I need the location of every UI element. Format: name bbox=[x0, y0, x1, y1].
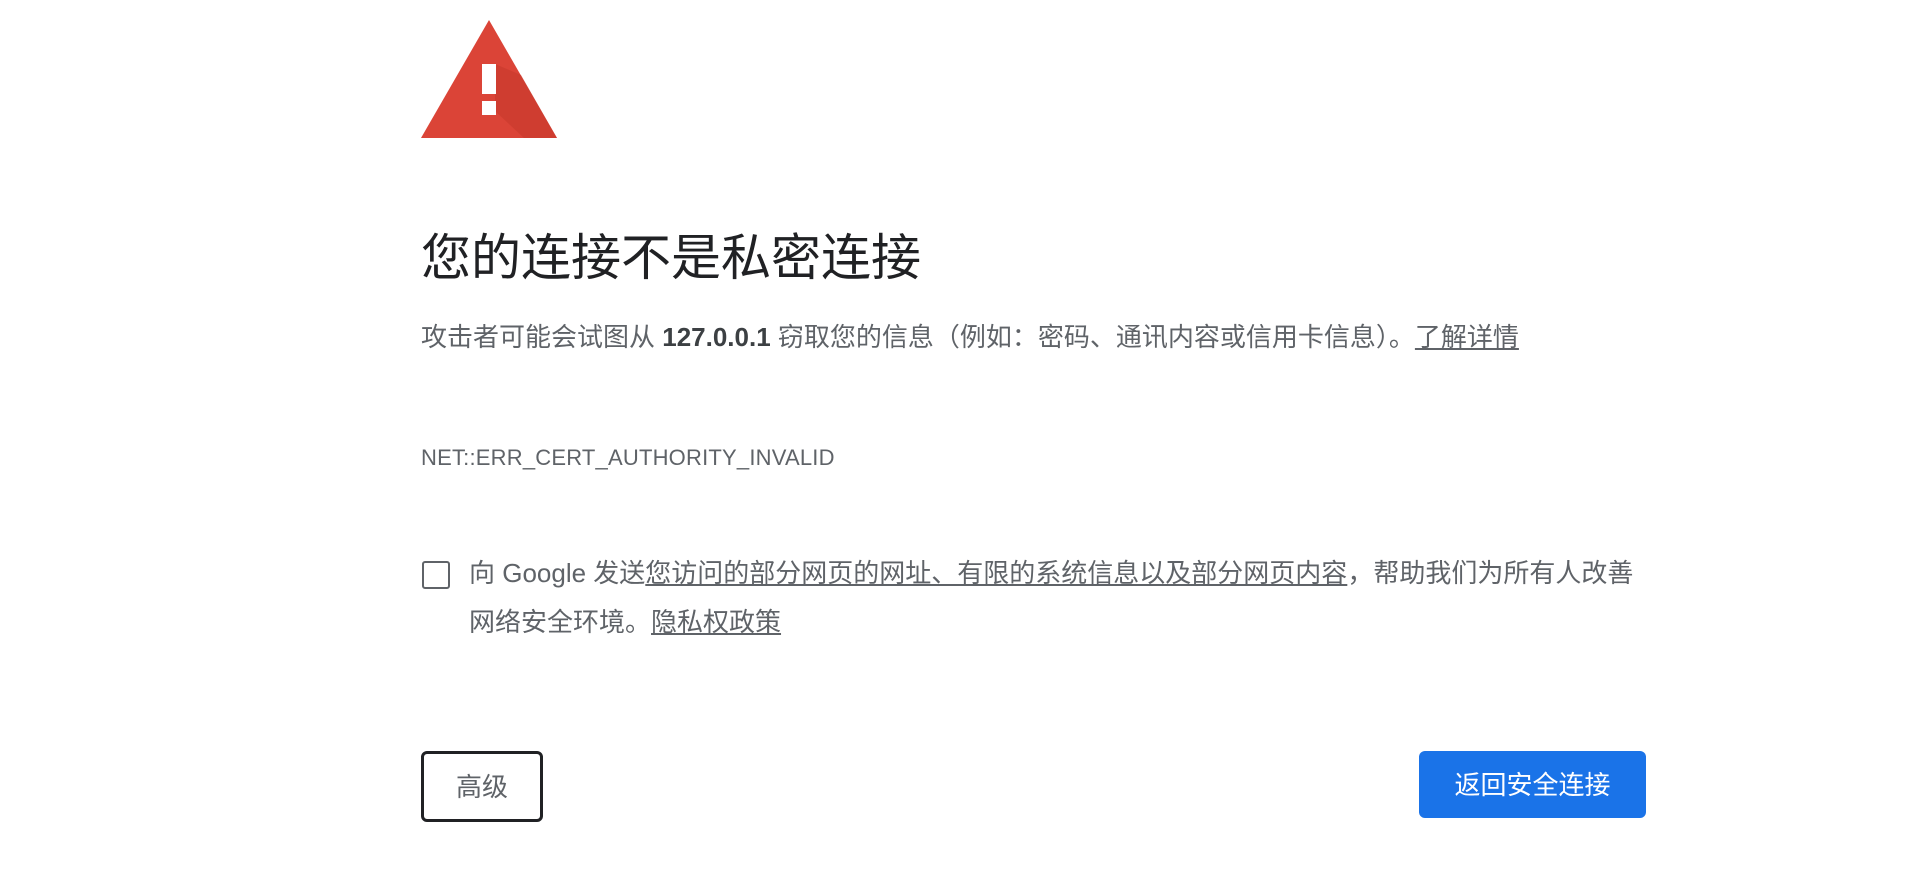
report-prefix: 向 Google 发送 bbox=[469, 558, 646, 588]
host-name: 127.0.0.1 bbox=[662, 322, 771, 352]
error-code: NET::ERR_CERT_AUTHORITY_INVALID bbox=[421, 445, 835, 470]
advanced-button[interactable]: 高级 bbox=[421, 751, 543, 822]
interstitial-page: 您的连接不是私密连接 攻击者可能会试图从 127.0.0.1 窃取您的信息（例如… bbox=[0, 0, 1920, 877]
main-message: 攻击者可能会试图从 127.0.0.1 窃取您的信息（例如：密码、通讯内容或信用… bbox=[421, 313, 1646, 362]
warning-triangle-icon bbox=[421, 20, 557, 138]
back-to-safety-button[interactable]: 返回安全连接 bbox=[1419, 751, 1646, 818]
learn-more-link[interactable]: 了解详情 bbox=[1415, 322, 1519, 352]
privacy-policy-link[interactable]: 隐私权政策 bbox=[651, 607, 781, 637]
page-title: 您的连接不是私密连接 bbox=[421, 230, 921, 286]
report-details-link[interactable]: 您访问的部分网页的网址、有限的系统信息以及部分网页内容 bbox=[645, 558, 1347, 588]
report-label: 向 Google 发送您访问的部分网页的网址、有限的系统信息以及部分网页内容，帮… bbox=[469, 549, 1646, 647]
report-checkbox[interactable] bbox=[422, 561, 450, 589]
message-text-before: 攻击者可能会试图从 bbox=[421, 322, 663, 352]
message-text-after: 窃取您的信息（例如：密码、通讯内容或信用卡信息）。 bbox=[770, 322, 1415, 352]
